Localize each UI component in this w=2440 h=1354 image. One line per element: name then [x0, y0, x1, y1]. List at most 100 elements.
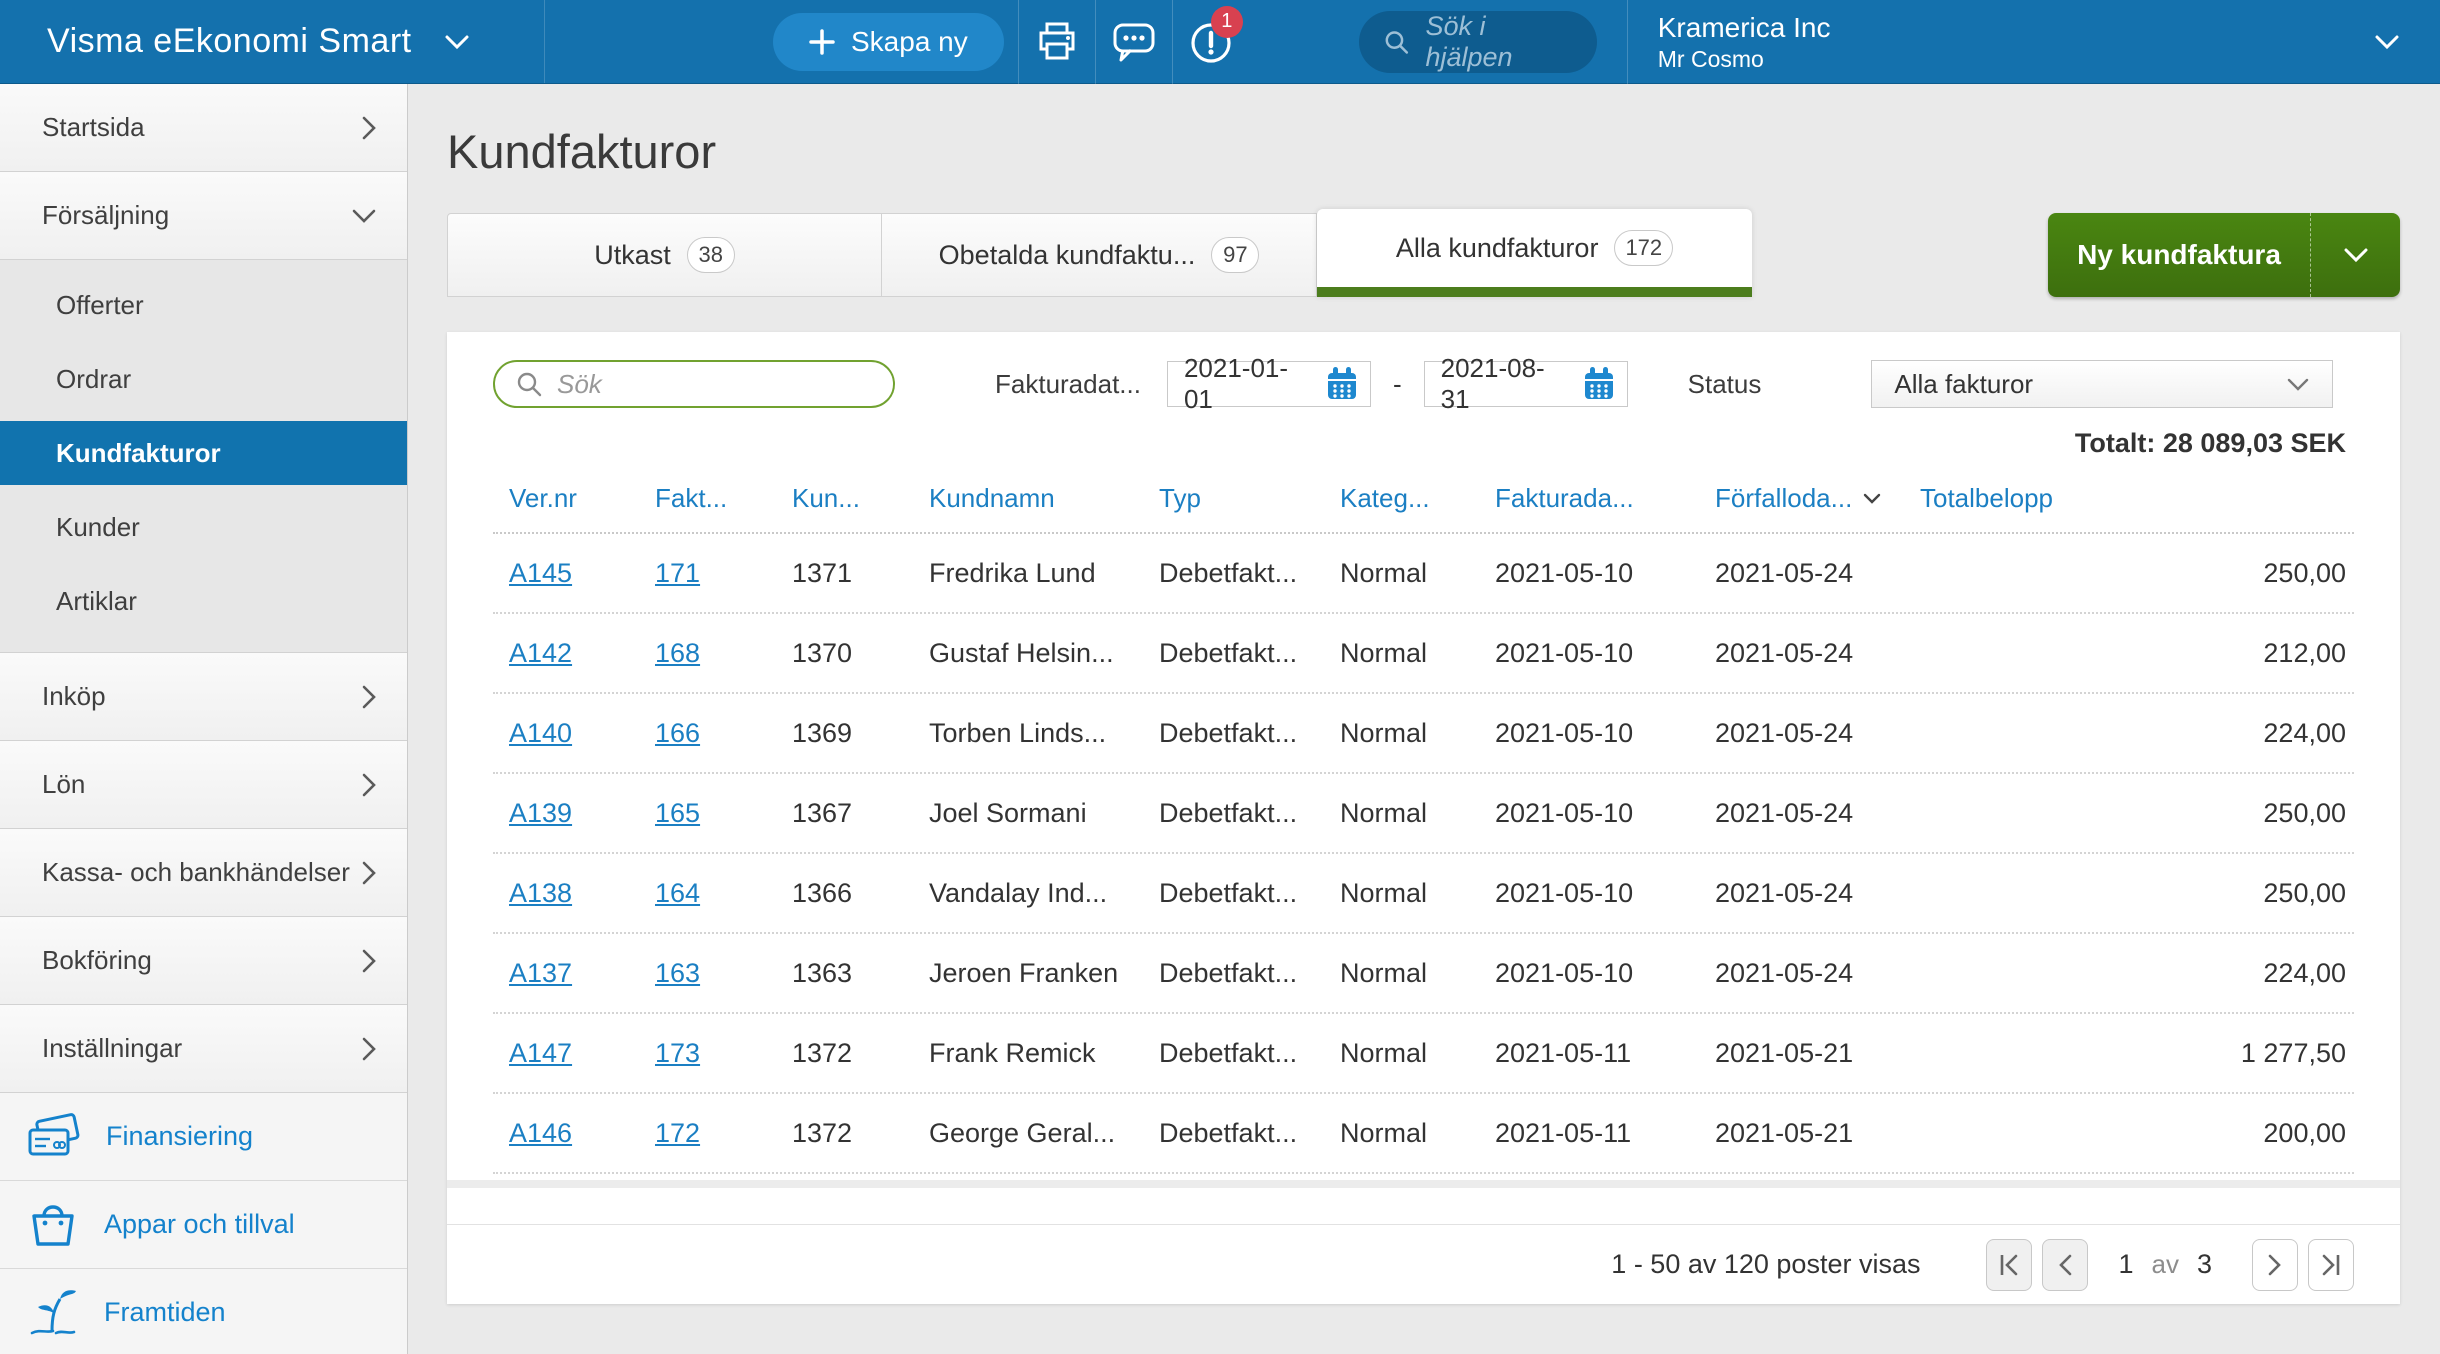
table-row[interactable]: A146 172 1372 George Geral... Debetfakt.… — [493, 1094, 2354, 1174]
sidebar-item-artiklar[interactable]: Artiklar — [0, 564, 407, 638]
customer-name-cell: George Geral... — [929, 1118, 1159, 1149]
chat-button[interactable] — [1096, 0, 1172, 84]
sidebar-item-kassa-och-bankhandelser[interactable]: Kassa- och bankhändelser — [0, 829, 407, 917]
chevron-right-icon — [361, 948, 377, 974]
invoice-number-link[interactable]: 172 — [655, 1118, 792, 1149]
tab-utkast[interactable]: Utkast 38 — [447, 213, 882, 297]
verification-link[interactable]: A140 — [493, 718, 655, 749]
app-switcher[interactable]: Visma eEkonomi Smart — [0, 0, 545, 83]
pagination-summary: 1 - 50 av 120 poster visas — [1611, 1249, 1920, 1280]
verification-link[interactable]: A142 — [493, 638, 655, 669]
help-search-input[interactable]: Sök i hjälpen — [1359, 11, 1597, 73]
status-select[interactable]: Alla fakturor — [1871, 360, 2333, 408]
chevron-down-icon — [351, 208, 377, 224]
sort-descending-icon — [1862, 492, 1882, 505]
table-row[interactable]: A140 166 1369 Torben Linds... Debetfakt.… — [493, 694, 2354, 774]
previous-page-button[interactable] — [2042, 1239, 2088, 1291]
category-cell: Normal — [1340, 798, 1495, 829]
tabs-row: Utkast 38 Obetalda kundfaktu... 97 Alla … — [447, 209, 2400, 297]
notification-badge: 1 — [1211, 6, 1243, 38]
table-row[interactable]: A139 165 1367 Joel Sormani Debetfakt... … — [493, 774, 2354, 854]
sidebar: Startsida Försäljning Offerter Ordrar Ku… — [0, 84, 408, 1354]
filters-row: Sök Fakturadat... 2021-01-01 - 2021-08-3… — [493, 360, 2354, 408]
verification-link[interactable]: A145 — [493, 558, 655, 589]
chevron-right-icon — [361, 1036, 377, 1062]
table-row[interactable]: A142 168 1370 Gustaf Helsin... Debetfakt… — [493, 614, 2354, 694]
invoice-number-link[interactable]: 173 — [655, 1038, 792, 1069]
sidebar-item-finansiering[interactable]: Finansiering — [0, 1093, 407, 1181]
sidebar-item-offerter[interactable]: Offerter — [0, 268, 407, 342]
verification-link[interactable]: A138 — [493, 878, 655, 909]
verification-link[interactable]: A146 — [493, 1118, 655, 1149]
column-header-forfallodatum[interactable]: Förfalloda... — [1715, 483, 1920, 514]
invoice-number-link[interactable]: 165 — [655, 798, 792, 829]
column-header-kundnamn[interactable]: Kundnamn — [929, 483, 1159, 514]
invoice-number-link[interactable]: 164 — [655, 878, 792, 909]
sidebar-item-appar-och-tillval[interactable]: Appar och tillval — [0, 1181, 407, 1269]
invoice-number-link[interactable]: 168 — [655, 638, 792, 669]
tab-count-badge: 172 — [1614, 230, 1673, 266]
table-search-input[interactable]: Sök — [493, 360, 895, 408]
sidebar-item-installningar[interactable]: Inställningar — [0, 1005, 407, 1093]
invoice-date-cell: 2021-05-10 — [1495, 558, 1715, 589]
next-page-button[interactable] — [2252, 1239, 2298, 1291]
column-header-fakturanr[interactable]: Fakt... — [655, 483, 792, 514]
column-header-totalbelopp[interactable]: Totalbelopp — [1920, 483, 2354, 514]
type-cell: Debetfakt... — [1159, 718, 1340, 749]
tab-count-badge: 38 — [687, 237, 735, 273]
tab-alla-kundfakturor[interactable]: Alla kundfakturor 172 — [1317, 209, 1752, 297]
new-invoice-dropdown[interactable] — [2310, 213, 2400, 297]
column-header-vernr[interactable]: Ver.nr — [493, 483, 655, 514]
first-page-icon — [1998, 1252, 2020, 1278]
tab-count-badge: 97 — [1211, 237, 1259, 273]
horizontal-scrollbar[interactable] — [447, 1180, 2400, 1188]
tab-obetalda-kundfakturor[interactable]: Obetalda kundfaktu... 97 — [882, 213, 1317, 297]
sidebar-item-bokforing[interactable]: Bokföring — [0, 917, 407, 1005]
first-page-button[interactable] — [1986, 1239, 2032, 1291]
column-header-kundnr[interactable]: Kun... — [792, 483, 929, 514]
customer-name-cell: Fredrika Lund — [929, 558, 1159, 589]
notifications-button[interactable]: 1 — [1173, 0, 1249, 84]
date-from-input[interactable]: 2021-01-01 — [1167, 361, 1371, 407]
due-date-cell: 2021-05-24 — [1715, 638, 1920, 669]
calendar-icon[interactable] — [1581, 365, 1617, 403]
chevron-down-icon — [2374, 34, 2400, 50]
sidebar-item-startsida[interactable]: Startsida — [0, 84, 407, 172]
total-amount-cell: 212,00 — [1920, 638, 2354, 669]
last-page-button[interactable] — [2308, 1239, 2354, 1291]
calendar-icon[interactable] — [1324, 365, 1360, 403]
new-invoice-button[interactable]: Ny kundfaktura — [2048, 213, 2400, 297]
column-header-typ[interactable]: Typ — [1159, 483, 1340, 514]
create-new-button[interactable]: Skapa ny — [773, 13, 1004, 71]
invoice-number-link[interactable]: 166 — [655, 718, 792, 749]
print-button[interactable] — [1019, 0, 1095, 84]
sidebar-item-framtiden[interactable]: Framtiden — [0, 1269, 407, 1354]
total-amount-cell: 250,00 — [1920, 558, 2354, 589]
invoice-number-link[interactable]: 171 — [655, 558, 792, 589]
table-row[interactable]: A145 171 1371 Fredrika Lund Debetfakt...… — [493, 534, 2354, 614]
sidebar-item-lon[interactable]: Lön — [0, 741, 407, 829]
user-name: Mr Cosmo — [1658, 45, 1831, 74]
table-row[interactable]: A137 163 1363 Jeroen Franken Debetfakt..… — [493, 934, 2354, 1014]
date-to-input[interactable]: 2021-08-31 — [1424, 361, 1628, 407]
table-row[interactable]: A147 173 1372 Frank Remick Debetfakt... … — [493, 1014, 2354, 1094]
plus-icon — [809, 29, 835, 55]
type-cell: Debetfakt... — [1159, 558, 1340, 589]
sidebar-item-forsaljning[interactable]: Försäljning — [0, 172, 407, 260]
verification-link[interactable]: A147 — [493, 1038, 655, 1069]
sidebar-item-kunder[interactable]: Kunder — [0, 490, 407, 564]
verification-link[interactable]: A139 — [493, 798, 655, 829]
table-row[interactable]: A138 164 1366 Vandalay Ind... Debetfakt.… — [493, 854, 2354, 934]
type-cell: Debetfakt... — [1159, 1118, 1340, 1149]
column-header-fakturadatum[interactable]: Fakturada... — [1495, 483, 1715, 514]
category-cell: Normal — [1340, 638, 1495, 669]
sidebar-item-ordrar[interactable]: Ordrar — [0, 342, 407, 416]
verification-link[interactable]: A137 — [493, 958, 655, 989]
due-date-cell: 2021-05-24 — [1715, 718, 1920, 749]
invoice-number-link[interactable]: 163 — [655, 958, 792, 989]
sidebar-item-inkop[interactable]: Inköp — [0, 653, 407, 741]
sidebar-item-kundfakturor[interactable]: Kundfakturor — [0, 421, 407, 485]
account-menu[interactable]: Kramerica Inc Mr Cosmo — [1627, 0, 2440, 84]
total-amount-cell: 250,00 — [1920, 878, 2354, 909]
column-header-kategori[interactable]: Kateg... — [1340, 483, 1495, 514]
